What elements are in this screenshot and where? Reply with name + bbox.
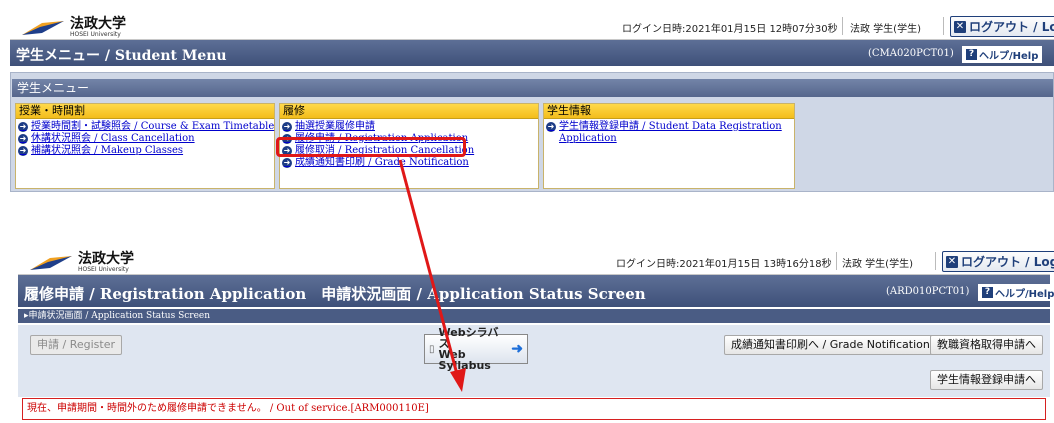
annotation-arrow-icon [398, 159, 466, 392]
